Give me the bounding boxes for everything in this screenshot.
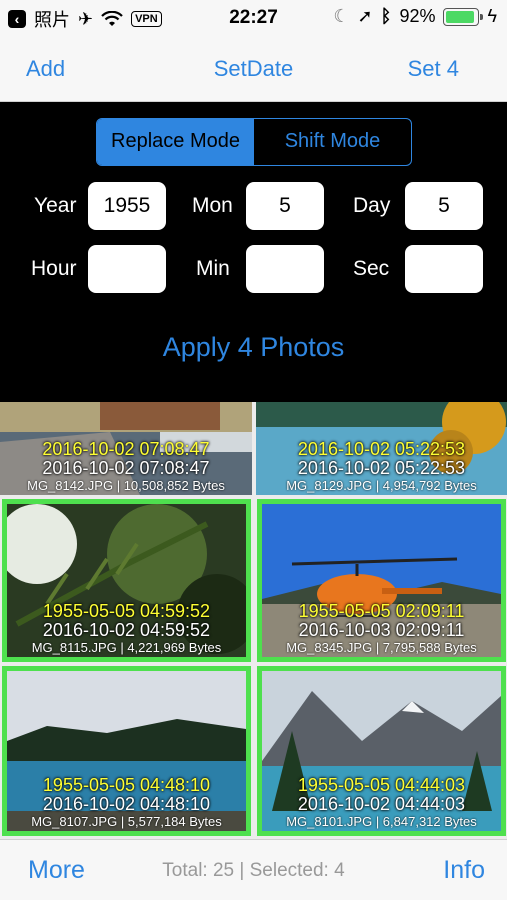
location-icon: ➚ bbox=[357, 6, 373, 26]
nav-bar: Add SetDate Set 4 bbox=[0, 36, 507, 102]
photo-cell[interactable]: 1955-05-05 04:59:52 2016-10-02 04:59:52 … bbox=[2, 499, 251, 662]
second-label: Sec bbox=[353, 257, 390, 280]
selection-status: Total: 25 | Selected: 4 bbox=[162, 860, 345, 881]
month-field[interactable]: 5 bbox=[246, 182, 324, 230]
charging-icon: ϟ bbox=[487, 6, 497, 26]
file-info: MG_8115.JPG | 4,221,969 Bytes bbox=[31, 640, 222, 655]
year-field[interactable]: 1955 bbox=[88, 182, 166, 230]
back-app-label[interactable]: 照片 bbox=[34, 6, 70, 32]
set-button[interactable]: Set 4 bbox=[408, 56, 459, 82]
original-date: 2016-10-02 04:59:52 bbox=[42, 620, 211, 640]
second-field[interactable] bbox=[405, 245, 483, 293]
status-right: ☾ ➚ ᛒ 92% ϟ bbox=[333, 6, 497, 27]
photo-grid: 2016-10-02 07:08:47 2016-10-02 07:08:47 … bbox=[0, 402, 507, 839]
mode-segmented-control: Replace Mode Shift Mode bbox=[96, 118, 412, 166]
photo-cell[interactable]: 1955-05-05 04:44:03 2016-10-02 04:44:03 … bbox=[257, 666, 506, 836]
file-info: MG_8142.JPG | 10,508,852 Bytes bbox=[27, 478, 225, 493]
shift-mode-segment[interactable]: Shift Mode bbox=[254, 119, 411, 165]
photo-cell[interactable]: 2016-10-02 05:22:53 2016-10-02 05:22:53 … bbox=[256, 402, 507, 495]
hour-field[interactable] bbox=[88, 245, 166, 293]
month-label: Mon bbox=[192, 194, 233, 217]
back-to-app-icon[interactable]: ‹ bbox=[8, 10, 26, 28]
bottom-toolbar: More Total: 25 | Selected: 4 Info bbox=[0, 839, 507, 900]
original-date: 2016-10-02 04:44:03 bbox=[297, 794, 466, 814]
minute-field[interactable] bbox=[246, 245, 324, 293]
wifi-icon bbox=[101, 11, 123, 26]
date-editor-panel: Replace Mode Shift Mode Year 1955 Mon 5 … bbox=[0, 102, 507, 402]
new-date: 1955-05-05 04:59:52 bbox=[42, 601, 211, 621]
time-fields-row: Hour Min Sec bbox=[0, 245, 507, 293]
file-info: MG_8101.JPG | 6,847,312 Bytes bbox=[286, 814, 477, 829]
photo-cell[interactable]: 1955-05-05 02:09:11 2016-10-03 02:09:11 … bbox=[257, 499, 506, 662]
status-bar: ‹ 照片 ✈ VPN 22:27 ☾ ➚ ᛒ 92% ϟ bbox=[0, 0, 507, 36]
vpn-badge: VPN bbox=[131, 11, 162, 27]
replace-mode-segment[interactable]: Replace Mode bbox=[97, 119, 254, 165]
new-date: 2016-10-02 07:08:47 bbox=[42, 439, 210, 459]
new-date: 1955-05-05 02:09:11 bbox=[298, 601, 465, 621]
status-left: ‹ 照片 ✈ VPN bbox=[8, 6, 162, 32]
moon-icon: ☾ bbox=[333, 6, 350, 26]
photo-captions: 1955-05-05 04:44:03 2016-10-02 04:44:03 … bbox=[262, 775, 501, 830]
photo-captions: 2016-10-02 05:22:53 2016-10-02 05:22:53 … bbox=[256, 439, 507, 494]
battery-percent: 92% bbox=[399, 6, 436, 26]
day-field[interactable]: 5 bbox=[405, 182, 483, 230]
bluetooth-icon: ᛒ bbox=[380, 6, 392, 26]
photo-cell[interactable]: 1955-05-05 04:48:10 2016-10-02 04:48:10 … bbox=[2, 666, 251, 836]
photo-captions: 1955-05-05 02:09:11 2016-10-03 02:09:11 … bbox=[262, 601, 501, 656]
original-date: 2016-10-03 02:09:11 bbox=[298, 620, 465, 640]
minute-label: Min bbox=[196, 257, 230, 280]
apply-photos-button[interactable]: Apply 4 Photos bbox=[0, 332, 507, 363]
info-button[interactable]: Info bbox=[443, 856, 485, 885]
original-date: 2016-10-02 07:08:47 bbox=[42, 458, 210, 478]
original-date: 2016-10-02 04:48:10 bbox=[42, 794, 211, 814]
file-info: MG_8345.JPG | 7,795,588 Bytes bbox=[286, 640, 477, 655]
photo-captions: 2016-10-02 07:08:47 2016-10-02 07:08:47 … bbox=[0, 439, 252, 494]
new-date: 2016-10-02 05:22:53 bbox=[297, 439, 466, 459]
new-date: 1955-05-05 04:44:03 bbox=[297, 775, 466, 795]
battery-icon bbox=[443, 7, 484, 26]
file-info: MG_8107.JPG | 5,577,184 Bytes bbox=[31, 814, 222, 829]
photo-captions: 1955-05-05 04:59:52 2016-10-02 04:59:52 … bbox=[7, 601, 246, 656]
original-date: 2016-10-02 05:22:53 bbox=[297, 458, 466, 478]
airplane-icon: ✈ bbox=[78, 8, 94, 29]
year-label: Year bbox=[34, 194, 77, 217]
photo-cell[interactable]: 2016-10-02 07:08:47 2016-10-02 07:08:47 … bbox=[0, 402, 252, 495]
photo-captions: 1955-05-05 04:48:10 2016-10-02 04:48:10 … bbox=[7, 775, 246, 830]
hour-label: Hour bbox=[31, 257, 77, 280]
date-fields-row: Year 1955 Mon 5 Day 5 bbox=[0, 182, 507, 230]
file-info: MG_8129.JPG | 4,954,792 Bytes bbox=[286, 478, 477, 493]
day-label: Day bbox=[353, 194, 391, 217]
new-date: 1955-05-05 04:48:10 bbox=[42, 775, 211, 795]
